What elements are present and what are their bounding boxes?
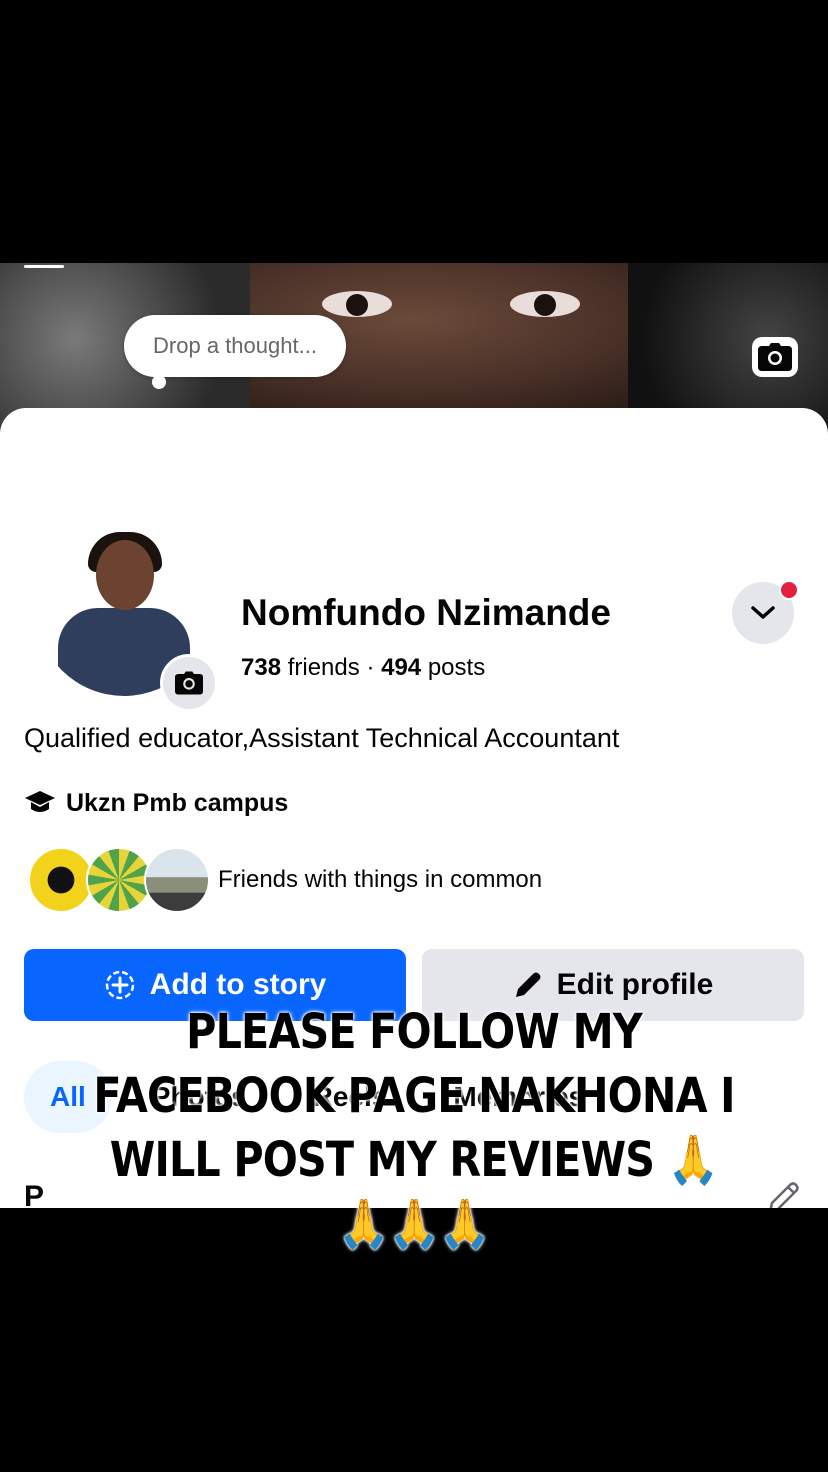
- friend-avatar: [28, 847, 94, 913]
- cover-eye-right: [510, 291, 580, 317]
- friends-in-common-row[interactable]: Friends with things in common: [28, 847, 543, 913]
- friend-avatar: [86, 847, 152, 913]
- profile-name: Nomfundo Nzimande: [241, 592, 611, 633]
- friend-avatar: [144, 847, 210, 913]
- stats-separator: ·: [366, 654, 375, 681]
- education-row[interactable]: Ukzn Pmb campus: [24, 786, 288, 820]
- posts-count: 494: [381, 654, 422, 681]
- add-story-icon: [105, 970, 134, 1000]
- edit-profile-label: Edit profile: [556, 968, 714, 1001]
- cover-camera-icon[interactable]: [752, 337, 798, 377]
- notification-dot: [779, 580, 799, 600]
- friends-count[interactable]: 738: [241, 654, 281, 681]
- profile-stats: 738 friends · 494 posts: [241, 654, 485, 682]
- cover-eye-left: [322, 291, 392, 317]
- profile-bio: Qualified educator,Assistant Technical A…: [24, 723, 620, 753]
- caption-overlay: PLEASE FOLLOW MY FACEBOOK PAGE NAKHONA I…: [93, 1004, 735, 1252]
- pencil-icon: [515, 972, 541, 997]
- avatar-camera-icon[interactable]: [160, 654, 218, 712]
- add-to-story-label: Add to story: [149, 968, 327, 1001]
- friends-in-common-label: Friends with things in common: [218, 866, 543, 893]
- section-title: P: [24, 1180, 45, 1208]
- edit-section-pencil-icon[interactable]: [766, 1180, 802, 1208]
- posts-label: posts: [427, 654, 486, 681]
- friends-label[interactable]: friends: [288, 654, 360, 681]
- thought-bubble-tail: [152, 375, 166, 389]
- graduation-cap-icon: [25, 791, 55, 812]
- chevron-down-icon: [751, 606, 775, 619]
- education-label: Ukzn Pmb campus: [66, 788, 289, 817]
- drop-thought-bubble[interactable]: Drop a thought...: [124, 315, 346, 377]
- menu-icon[interactable]: [24, 265, 64, 268]
